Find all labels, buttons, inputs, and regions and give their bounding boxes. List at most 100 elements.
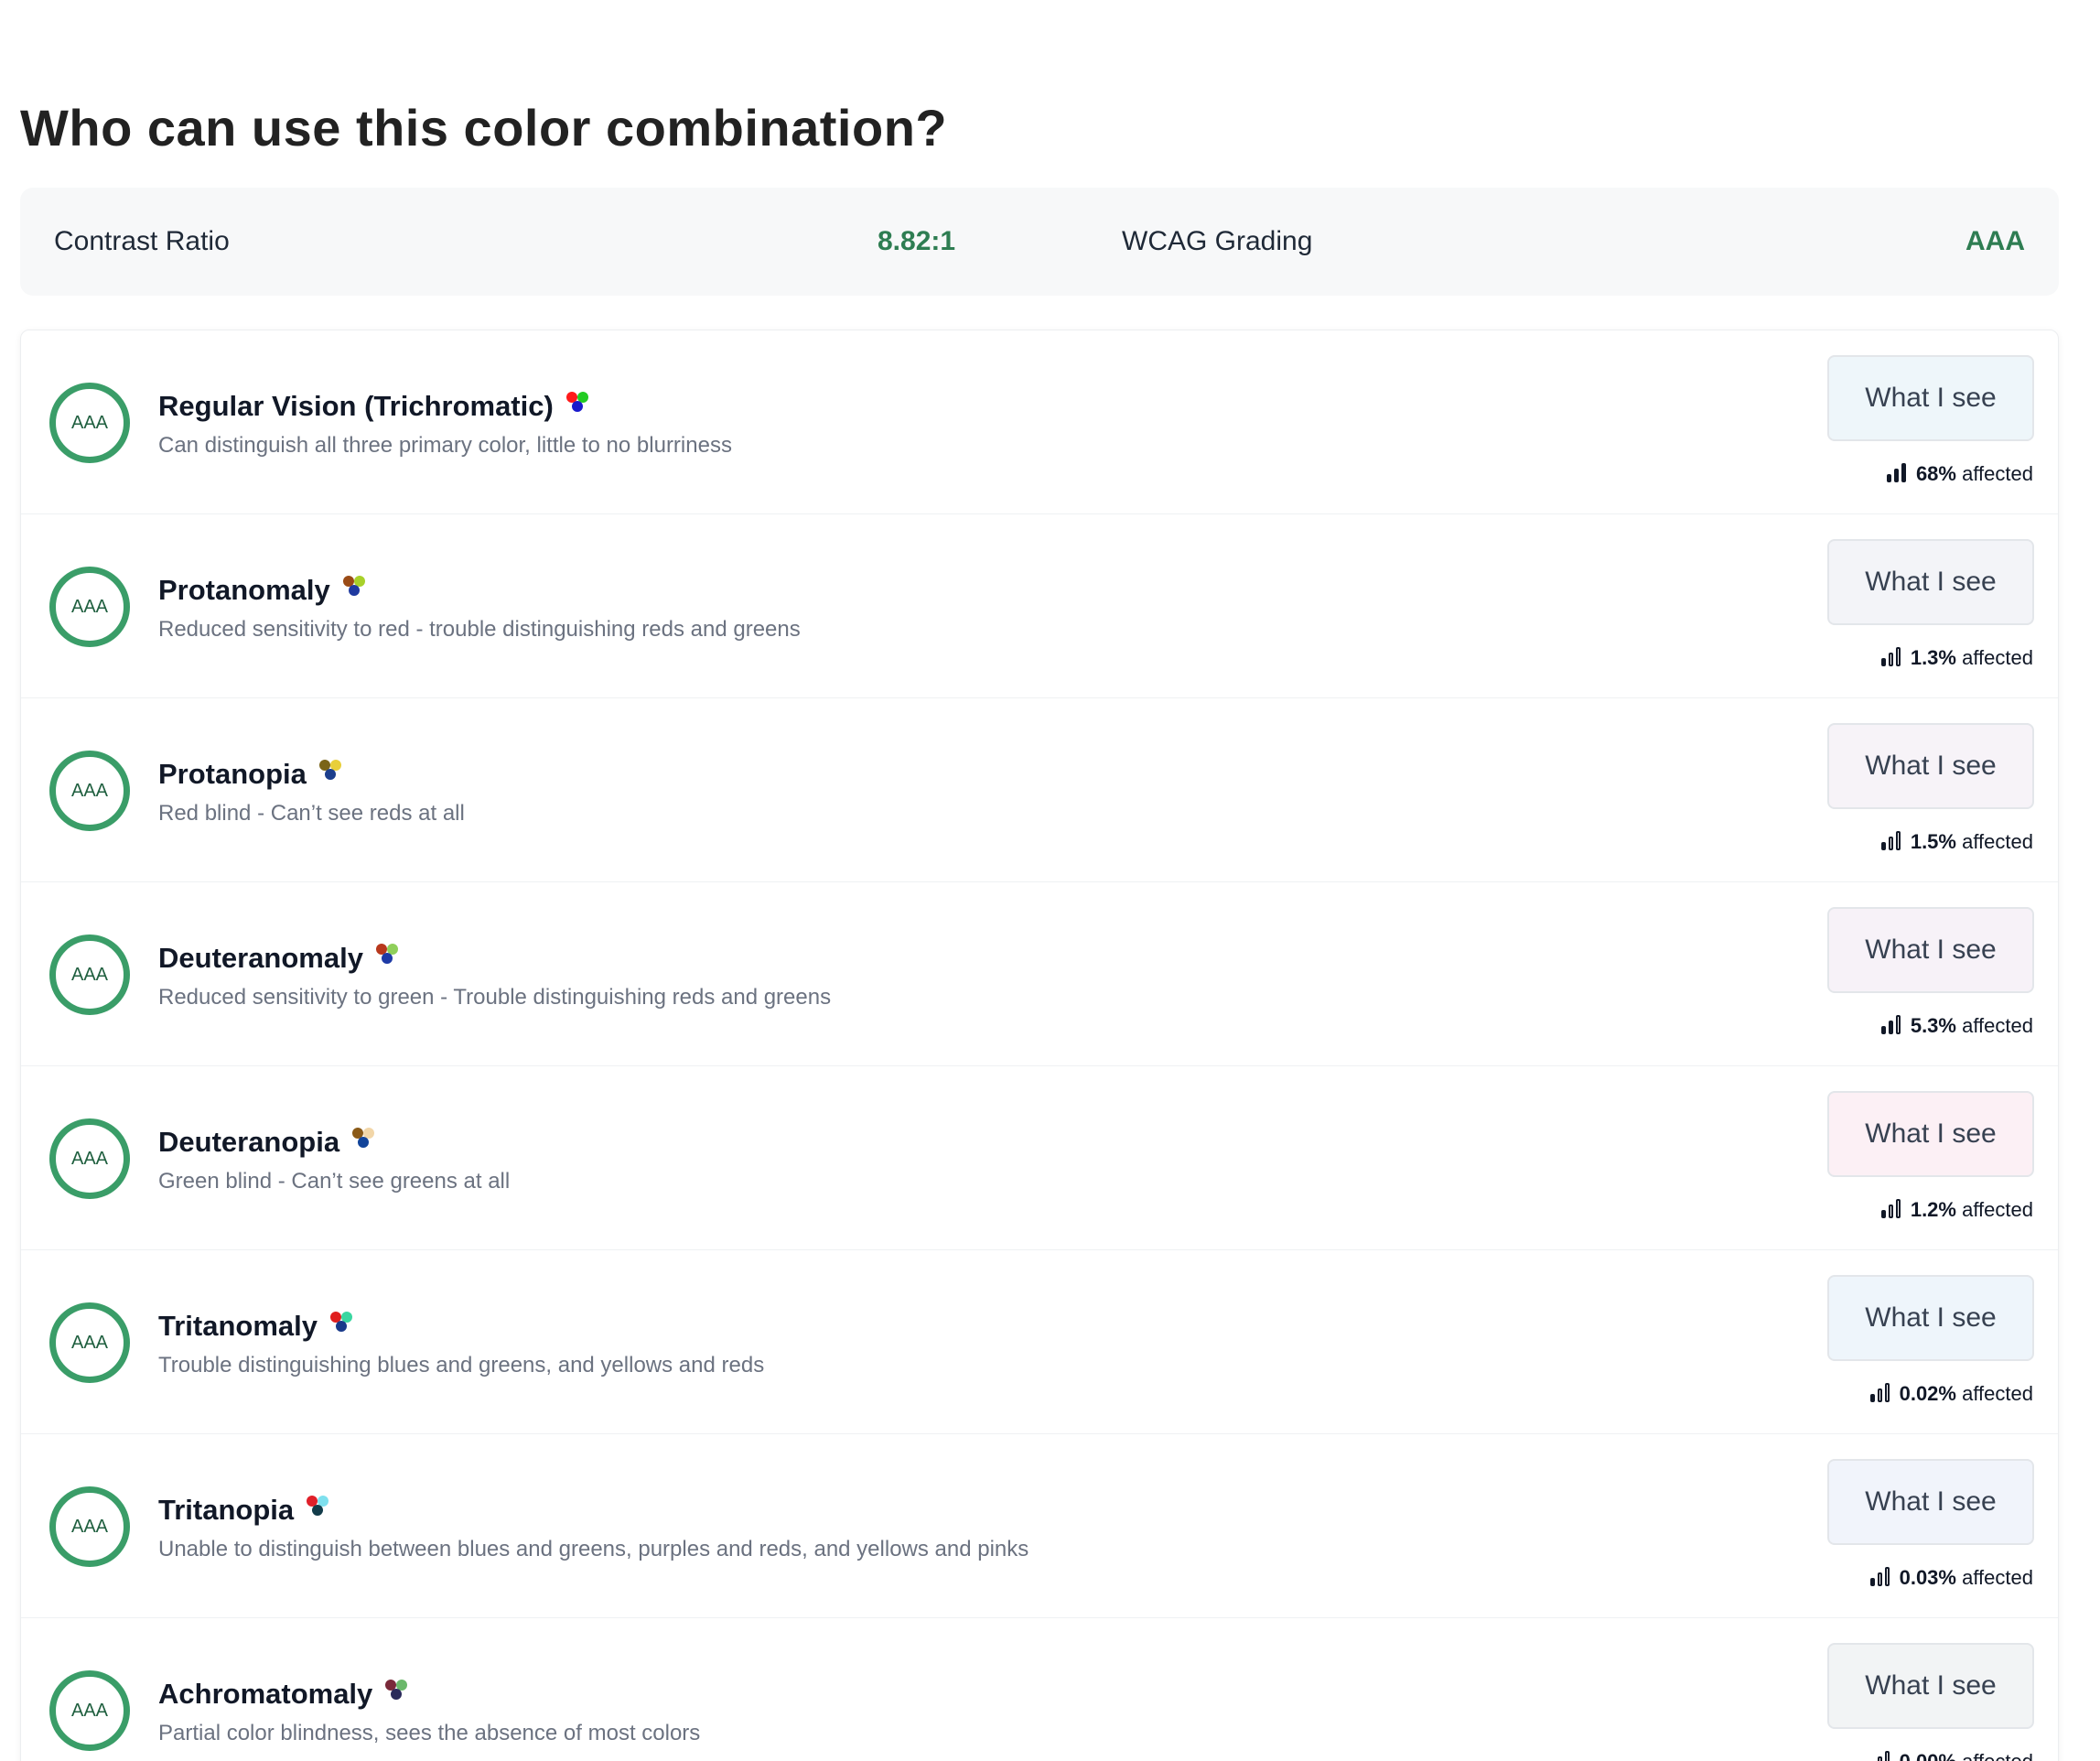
vision-description: Unable to distinguish between blues and … — [158, 1537, 1029, 1561]
vision-title: Achromatomaly — [158, 1676, 413, 1712]
signal-bars-icon — [1880, 646, 1901, 666]
signal-bar — [1884, 1751, 1890, 1761]
signal-bar — [1880, 1026, 1886, 1034]
affected-label: affected — [1962, 830, 2033, 853]
signal-bar — [1888, 1205, 1893, 1218]
color-dots-icon — [565, 392, 594, 417]
affected-label: affected — [1962, 1750, 2033, 1761]
vision-title-text: Deuteranomaly — [158, 942, 363, 974]
what-i-see-button[interactable]: What I see — [1827, 539, 2034, 625]
wcag-grading-value: AAA — [1965, 226, 2025, 256]
vision-title: Regular Vision (Trichromatic) — [158, 388, 594, 425]
grade-badge: AAA — [49, 935, 130, 1015]
vision-title-text: Protanomaly — [158, 574, 330, 606]
contrast-ratio-value: 8.82:1 — [878, 226, 956, 256]
vision-row: AAA Deuteranopia Green blind - Can’t see g… — [21, 1066, 2058, 1250]
affected-stat: 0.00% affected — [1870, 1748, 2033, 1761]
color-dots-icon — [307, 1496, 334, 1521]
vision-type-list: AAA Regular Vision (Trichromatic) Can dist… — [20, 330, 2059, 1761]
signal-bars-icon — [1880, 1198, 1901, 1218]
what-i-see-button[interactable]: What I see — [1827, 723, 2034, 809]
signal-bar — [1880, 658, 1886, 666]
affected-label: affected — [1962, 646, 2033, 669]
signal-bar — [1893, 469, 1899, 482]
vision-title-text: Tritanopia — [158, 1494, 295, 1526]
color-dots-icon — [318, 760, 347, 785]
vision-row: AAA Protanopia Red blind - Can’t see reds … — [21, 698, 2058, 882]
color-dot — [391, 1689, 403, 1700]
affected-stat: 1.2% affected — [1880, 1196, 2033, 1224]
color-dot — [336, 1321, 347, 1332]
what-i-see-button[interactable]: What I see — [1827, 1643, 2034, 1729]
signal-bar — [1888, 1021, 1893, 1034]
affected-stat: 0.03% affected — [1869, 1564, 2033, 1592]
grade-badge: AAA — [49, 1302, 130, 1383]
affected-label: affected — [1962, 1014, 2033, 1037]
affected-stat: 1.3% affected — [1880, 644, 2033, 672]
signal-bar — [1884, 1383, 1890, 1402]
color-dot — [348, 585, 360, 596]
vision-title: Deuteranomaly — [158, 940, 404, 977]
grade-badge: AAA — [49, 1486, 130, 1567]
vision-row: AAA Regular Vision (Trichromatic) Can dist… — [21, 330, 2058, 514]
signal-bar — [1886, 474, 1891, 482]
affected-stat: 5.3% affected — [1880, 1012, 2033, 1040]
what-i-see-button[interactable]: What I see — [1827, 355, 2034, 441]
signal-bar — [1895, 831, 1901, 850]
signal-bar — [1888, 653, 1893, 666]
what-i-see-button[interactable]: What I see — [1827, 1091, 2034, 1177]
vision-description: Reduced sensitivity to red - trouble dis… — [158, 617, 801, 642]
vision-row: AAA Protanomaly Reduced sensitivity to red… — [21, 514, 2058, 698]
signal-bar — [1880, 1210, 1886, 1218]
color-dots-icon — [342, 576, 371, 601]
signal-bar — [1901, 463, 1906, 482]
affected-percent: 68% — [1915, 462, 1956, 485]
signal-bar — [1895, 1199, 1901, 1218]
wcag-grading-label: WCAG Grading — [1122, 226, 1313, 256]
color-dots-icon — [352, 1128, 380, 1153]
color-dot — [324, 769, 336, 780]
page-title: Who can use this color combination? — [20, 99, 948, 157]
affected-stat: 68% affected — [1886, 460, 2033, 488]
vision-description: Red blind - Can’t see reds at all — [158, 801, 465, 826]
affected-label: affected — [1962, 1198, 2033, 1221]
vision-description: Can distinguish all three primary color,… — [158, 433, 732, 458]
vision-title: Protanomaly — [158, 572, 371, 609]
grade-badge: AAA — [49, 751, 130, 831]
vision-row: AAA Achromatomaly Partial color blindness,… — [21, 1618, 2058, 1761]
contrast-summary: Contrast Ratio 8.82:1 WCAG Grading AAA — [20, 188, 2059, 296]
color-dots-icon — [330, 1312, 358, 1337]
vision-title-text: Achromatomaly — [158, 1678, 373, 1710]
grade-badge: AAA — [49, 1118, 130, 1199]
signal-bars-icon — [1869, 1382, 1890, 1402]
signal-bar — [1895, 1015, 1901, 1034]
affected-label: affected — [1962, 1382, 2033, 1405]
color-dot — [358, 1137, 370, 1148]
vision-title: Tritanopia — [158, 1492, 334, 1529]
vision-description: Partial color blindness, sees the absenc… — [158, 1721, 701, 1745]
signal-bar — [1877, 1572, 1882, 1586]
vision-title-text: Regular Vision (Trichromatic) — [158, 390, 554, 422]
signal-bar — [1869, 1578, 1875, 1586]
signal-bar — [1888, 837, 1893, 850]
affected-percent: 1.2% — [1910, 1198, 1956, 1221]
signal-bars-icon — [1880, 1014, 1901, 1034]
what-i-see-button[interactable]: What I see — [1827, 1275, 2034, 1361]
affected-stat: 1.5% affected — [1880, 828, 2033, 856]
vision-description: Trouble distinguishing blues and greens,… — [158, 1353, 765, 1377]
vision-title: Tritanomaly — [158, 1308, 358, 1345]
vision-description: Green blind - Can’t see greens at all — [158, 1169, 511, 1194]
signal-bar — [1877, 1388, 1882, 1402]
vision-title-text: Protanopia — [158, 758, 307, 790]
what-i-see-button[interactable]: What I see — [1827, 1459, 2034, 1545]
vision-title-text: Tritanomaly — [158, 1310, 318, 1342]
color-dot — [571, 401, 583, 412]
signal-bar — [1895, 647, 1901, 666]
affected-percent: 5.3% — [1910, 1014, 1956, 1037]
grade-badge: AAA — [49, 567, 130, 647]
signal-bar — [1884, 1567, 1890, 1586]
vision-row: AAA Deuteranomaly Reduced sensitivity to g… — [21, 882, 2058, 1066]
what-i-see-button[interactable]: What I see — [1827, 907, 2034, 993]
affected-label: affected — [1962, 462, 2033, 485]
vision-row: AAA Tritanopia Unable to distinguish betwe… — [21, 1434, 2058, 1618]
